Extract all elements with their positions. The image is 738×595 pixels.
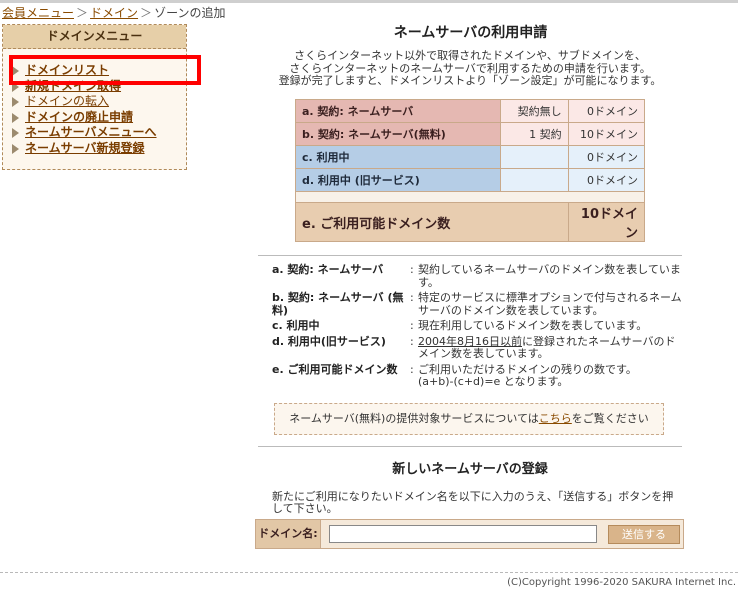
definition-item: e. ご利用可能ドメイン数 : ご利用いただけるドメインの残りの数です。 (a+b… (272, 362, 682, 389)
triangle-bullet-icon (12, 112, 19, 123)
total-domains: 10ドメイン (567, 202, 646, 242)
definition-colon: : (410, 334, 414, 348)
domain-transfer-link[interactable]: ドメインの転入 (25, 94, 109, 108)
definition-date: 2004年8月16日以前 (418, 334, 522, 348)
nameserver-new-link[interactable]: ネームサーバ新規登録 (25, 141, 145, 155)
definition-term: e. ご利用可能ドメイン数 (272, 362, 398, 376)
domain-menu-sidebar: ドメインメニュー ドメインリスト 新規ドメイン取得 ドメインの転入 ドメインの廃… (2, 24, 187, 170)
breadcrumb-separator: ＞ (140, 6, 153, 20)
row-label: d. 利用中 (旧サービス) (294, 168, 502, 192)
highlight-annotation-box (9, 55, 201, 85)
row-domains: 0ドメイン (567, 145, 646, 169)
free-nameserver-notice: ネームサーバ(無料)の提供対象サービスについてはこちらをご覧ください (274, 403, 664, 435)
footer-divider (0, 572, 738, 573)
definition-item: a. 契約: ネームサーバ : 契約しているネームサーバのドメイン数を表していま… (272, 263, 682, 289)
intro-text: さくらインターネット以外で取得されたドメインや、サブドメインを、 さくらインター… (270, 49, 670, 88)
breadcrumb-current: ゾーンの追加 (154, 6, 226, 20)
definition-desc: 契約しているネームサーバのドメイン数を表しています。 (418, 263, 681, 289)
row-domains: 10ドメイン (567, 122, 646, 146)
definition-item: c. 利用中 : 現在利用しているドメイン数を表しています。 (272, 319, 682, 333)
row-value (500, 145, 569, 169)
breadcrumb-domain-link[interactable]: ドメイン (90, 6, 138, 20)
spacer-cell (295, 191, 645, 203)
table-row: d. 利用中 (旧サービス) 0ドメイン (294, 168, 646, 192)
row-value: 契約無し (500, 99, 569, 123)
divider (258, 255, 682, 256)
definition-desc: ご利用いただけるドメインの残りの数です。 (a+b)-(c+d)=e となります。 (418, 363, 682, 389)
definitions-list: a. 契約: ネームサーバ : 契約しているネームサーバのドメイン数を表していま… (272, 263, 682, 392)
definition-formula: (a+b)-(c+d)=e となります。 (418, 375, 569, 388)
definition-item: b. 契約: ネームサーバ (無料) : 特定のサービスに標準オプションで付与さ… (272, 291, 682, 317)
triangle-bullet-icon (12, 143, 19, 154)
sidebar-title: ドメインメニュー (3, 25, 186, 49)
row-label: b. 契約: ネームサーバ(無料) (294, 122, 502, 146)
registration-form: ドメイン名: 送信する (255, 519, 684, 549)
total-label: e. ご利用可能ドメイン数 (295, 202, 569, 242)
definition-colon: : (410, 319, 414, 332)
definition-colon: : (410, 263, 414, 276)
divider (258, 446, 682, 447)
definition-colon: : (410, 291, 414, 304)
sidebar-item-nameserver-menu: ネームサーバメニューへ (9, 125, 186, 141)
breadcrumb-separator: ＞ (76, 6, 89, 20)
breadcrumb: 会員メニュー＞ドメイン＞ゾーンの追加 (2, 4, 225, 21)
domain-name-label: ドメイン名: (256, 520, 321, 548)
notice-here-link[interactable]: こちら (539, 412, 572, 425)
registration-title: 新しいネームサーバの登録 (392, 462, 548, 477)
definition-term: d. 利用中(旧サービス) (272, 334, 386, 348)
row-value (500, 168, 569, 192)
table-row: c. 利用中 0ドメイン (294, 145, 646, 169)
intro-line: 登録が完了しますと、ドメインリストより「ゾーン設定」が可能になります。 (278, 74, 662, 87)
breadcrumb-member-menu-link[interactable]: 会員メニュー (2, 6, 74, 20)
table-total-row: e. ご利用可能ドメイン数 10ドメイン (295, 202, 646, 242)
definition-desc: 2004年8月16日以前に登録されたネームサーバのドメイン数を表しています。 (418, 334, 682, 361)
domain-cancel-link[interactable]: ドメインの廃止申請 (25, 110, 133, 124)
notice-prefix: ネームサーバ(無料)の提供対象サービスについては (289, 412, 539, 425)
definition-term: b. 契約: ネームサーバ (無料) (272, 291, 404, 317)
definition-desc: 現在利用しているドメイン数を表しています。 (418, 319, 648, 332)
table-spacer-row (295, 191, 645, 203)
triangle-bullet-icon (12, 128, 19, 138)
top-border (0, 0, 738, 3)
sidebar-item-nameserver-new: ネームサーバ新規登録 (9, 141, 186, 157)
registration-description: 新たにご利用になりたいドメイン名を以下に入力のうえ、「送信する」ボタンを押して下… (272, 490, 674, 515)
table-row: b. 契約: ネームサーバ(無料) 1 契約 10ドメイン (294, 122, 646, 146)
copyright-text: (C)Copyright 1996-2020 SAKURA Internet I… (507, 577, 736, 588)
definition-desc: 特定のサービスに標準オプションで付与されるネームサーバのドメイン数を表しています… (418, 291, 682, 317)
domain-count-table: a. 契約: ネームサーバ 契約無し 0ドメイン b. 契約: ネームサーバ(無… (294, 99, 646, 242)
definition-term: a. 契約: ネームサーバ (272, 263, 384, 276)
definition-item: d. 利用中(旧サービス) : 2004年8月16日以前に登録されたネームサーバ… (272, 334, 682, 361)
domain-name-input[interactable] (329, 525, 597, 543)
row-value: 1 契約 (500, 122, 569, 146)
nameserver-menu-link[interactable]: ネームサーバメニューへ (25, 125, 157, 139)
sidebar-item-domain-cancel: ドメインの廃止申請 (9, 110, 186, 126)
sidebar-item-domain-transfer: ドメインの転入 (9, 94, 186, 110)
intro-line: さくらインターネット以外で取得されたドメインや、サブドメインを、 (294, 49, 646, 62)
definition-colon: : (410, 362, 414, 376)
page-title: ネームサーバの利用申請 (393, 25, 548, 41)
notice-suffix: をご覧ください (571, 412, 649, 425)
triangle-bullet-icon (12, 97, 19, 107)
definition-term: c. 利用中 (272, 319, 320, 332)
row-domains: 0ドメイン (567, 99, 646, 123)
row-label: c. 利用中 (294, 145, 502, 169)
submit-button[interactable]: 送信する (608, 525, 680, 544)
row-domains: 0ドメイン (567, 168, 646, 192)
table-row: a. 契約: ネームサーバ 契約無し 0ドメイン (294, 99, 646, 123)
row-label: a. 契約: ネームサーバ (294, 99, 502, 123)
